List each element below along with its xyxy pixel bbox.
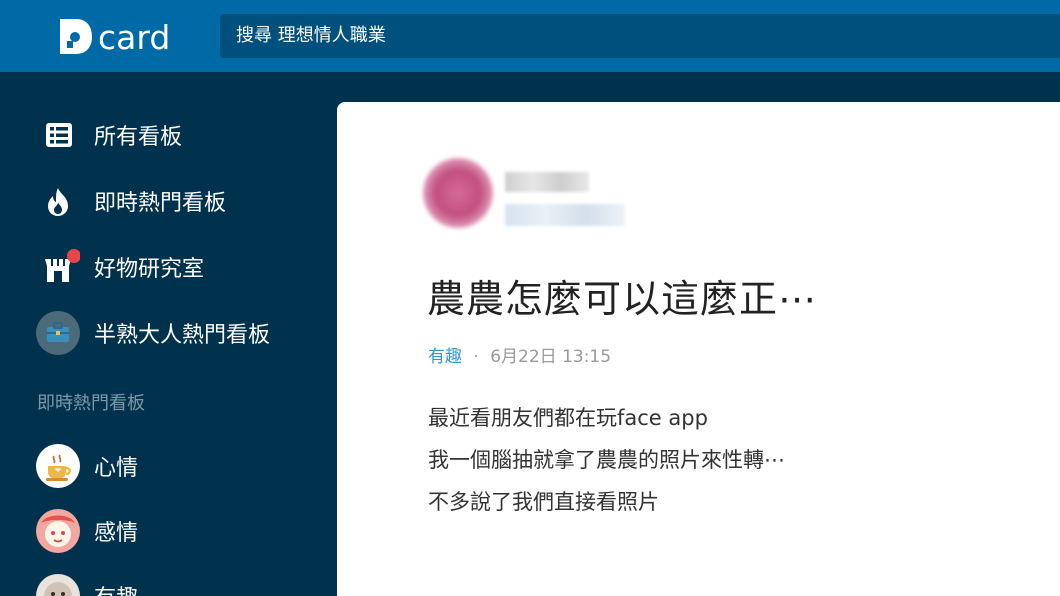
sidebar: 所有看板 即時熱門看板 好物研究室 半熟大人熱門看板 即時熱門看板 心情 感情 [0, 72, 337, 596]
post-datetime: 6月22日 13:15 [490, 347, 612, 367]
meta-separator: · [473, 347, 479, 367]
logo-text: card [98, 18, 171, 57]
dcard-logo-mark-icon [60, 19, 92, 54]
sidebar-item-label: 所有看板 [94, 125, 183, 150]
shop-icon [45, 249, 80, 282]
author-name-blurred [505, 172, 589, 192]
list-icon [46, 123, 72, 147]
sidebar-item-label: 感情 [94, 521, 139, 546]
sidebar-item-adult-trending[interactable]: 半熟大人熱門看板 [36, 311, 270, 355]
top-bar: card 搜尋 理想情人職業 [0, 0, 1060, 72]
coffee-cup-icon [36, 444, 80, 488]
post-body-line: 我一個腦抽就拿了農農的照片來性轉⋯ [428, 448, 785, 472]
avatar[interactable] [423, 158, 493, 228]
post-body-line: 不多說了我們直接看照片 [428, 490, 659, 514]
section-title: 即時熱門看板 [37, 393, 145, 414]
briefcase-icon [36, 311, 80, 355]
flame-icon [48, 188, 68, 216]
sidebar-item-label: 好物研究室 [94, 257, 205, 282]
sidebar-board-relationship[interactable]: 感情 [36, 509, 138, 553]
dcard-logo[interactable]: card [58, 14, 170, 58]
search-text: 搜尋 理想情人職業 [236, 25, 386, 46]
sidebar-item-all-boards[interactable]: 所有看板 [36, 113, 182, 157]
sidebar-item-label: 心情 [94, 456, 139, 481]
post-title: 農農怎麼可以這麼正⋯ [427, 277, 818, 321]
dog-icon [36, 574, 80, 596]
sidebar-item-label: 半熟大人熱門看板 [94, 323, 271, 348]
post-card: 農農怎麼可以這麼正⋯ 有趣 · 6月22日 13:15 最近看朋友們都在玩fac… [337, 102, 1060, 596]
sidebar-item-label: 即時熱門看板 [94, 191, 227, 216]
sidebar-board-funny[interactable]: 有趣 [36, 574, 138, 596]
sidebar-item-goods-lab[interactable]: 好物研究室 [36, 245, 204, 289]
sidebar-item-label: 有趣 [94, 580, 138, 596]
author-school-blurred [505, 204, 625, 226]
post-body-line: 最近看朋友們都在玩face app [428, 406, 708, 430]
post-meta: 有趣 · 6月22日 13:15 [428, 342, 611, 367]
sidebar-board-mood[interactable]: 心情 [36, 444, 138, 488]
love-icon [36, 509, 80, 553]
post-board-link[interactable]: 有趣 [428, 347, 462, 367]
sidebar-item-trending[interactable]: 即時熱門看板 [36, 179, 226, 223]
search-input[interactable]: 搜尋 理想情人職業 [220, 14, 1060, 58]
